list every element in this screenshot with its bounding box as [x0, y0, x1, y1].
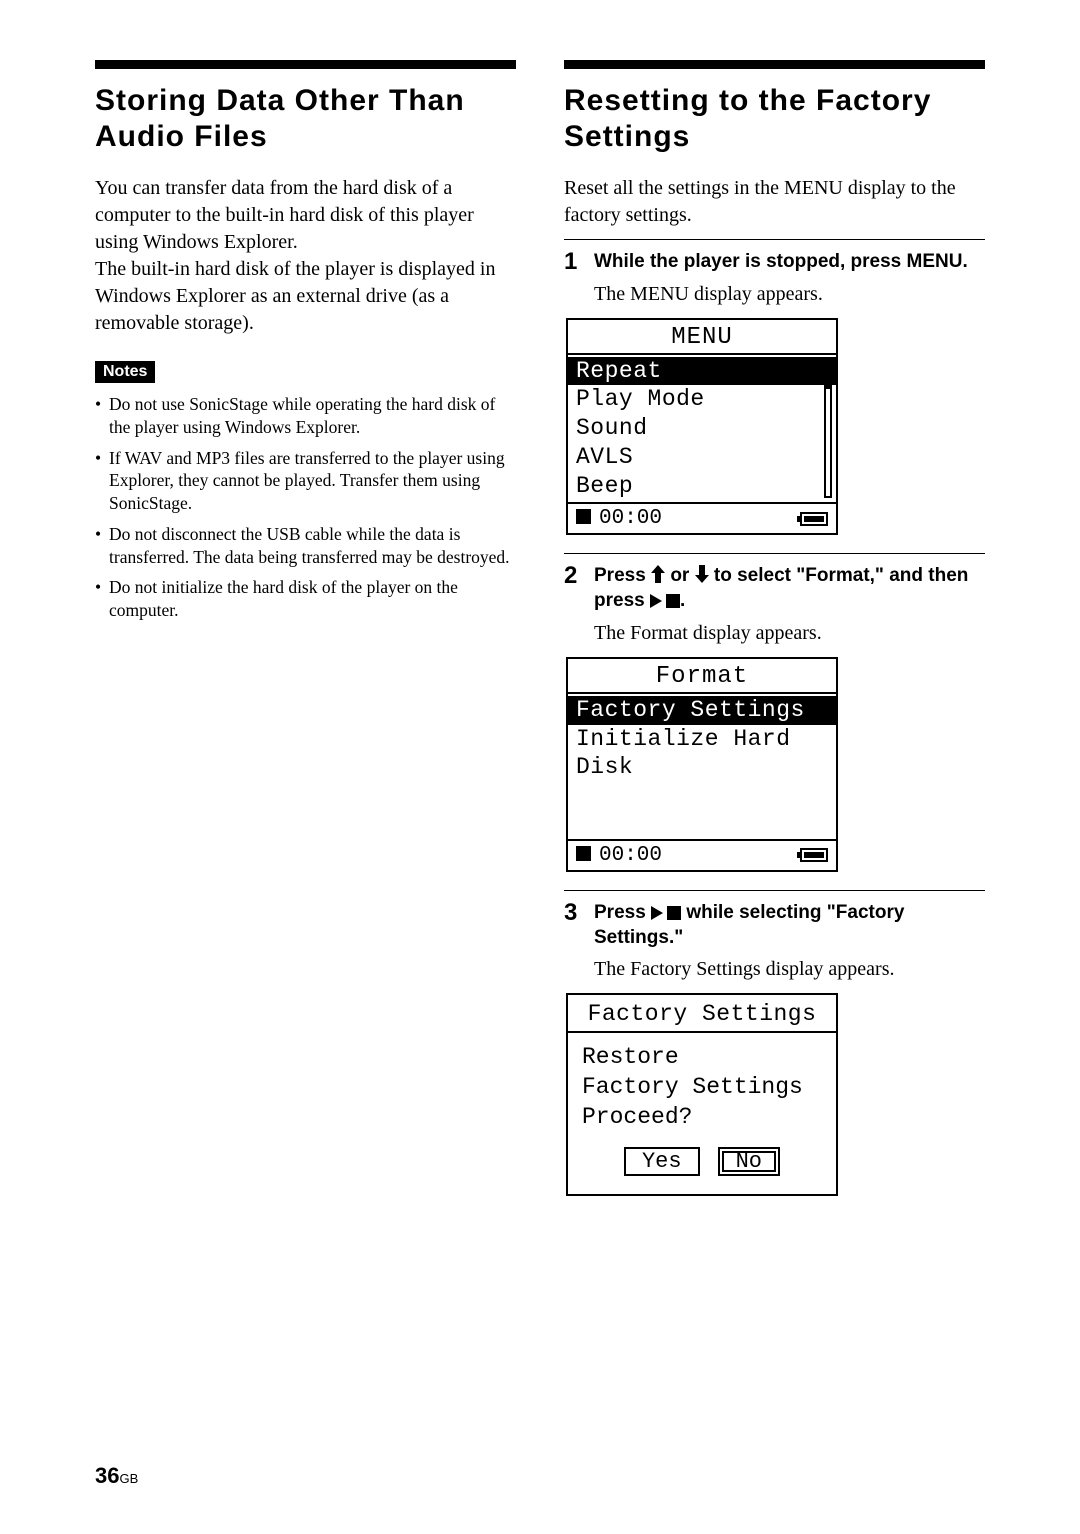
scrollbar — [824, 359, 832, 499]
page-number: 36GB — [95, 1463, 138, 1489]
play-stop-icon — [650, 594, 680, 608]
menu-item-repeat: Repeat — [568, 357, 836, 386]
section-bar — [95, 60, 516, 69]
lcd-status-bar: 00:00 — [568, 502, 836, 533]
stop-icon — [576, 846, 591, 861]
note-item: If WAV and MP3 files are transferred to … — [95, 447, 516, 515]
menu-item-playmode: Play Mode — [568, 385, 836, 414]
menu-item-initialize-hd: Initialize Hard Disk — [568, 725, 836, 783]
down-arrow-icon — [695, 565, 709, 583]
battery-icon — [800, 512, 828, 526]
yes-button: Yes — [624, 1147, 700, 1176]
step-title: Press while selecting "Factory Settings.… — [594, 901, 985, 950]
section-heading-resetting: Resetting to the Factory Settings — [564, 83, 985, 155]
section-bar — [564, 60, 985, 69]
menu-item-avls: AVLS — [568, 443, 836, 472]
format-display: Format Factory Settings Initialize Hard … — [566, 657, 838, 872]
section-heading-storing: Storing Data Other Than Audio Files — [95, 83, 516, 155]
step-desc: The Format display appears. — [594, 620, 985, 647]
right-column: Resetting to the Factory Settings Reset … — [564, 60, 985, 1196]
menu-item-sound: Sound — [568, 414, 836, 443]
step-desc: The MENU display appears. — [594, 281, 985, 308]
menu-display: MENU Repeat Play Mode Sound AVLS Beep 00… — [566, 318, 838, 536]
time-counter: 00:00 — [599, 507, 662, 530]
menu-item-factory-settings: Factory Settings — [568, 696, 836, 725]
menu-item-beep: Beep — [568, 472, 836, 501]
note-item: Do not initialize the hard disk of the p… — [95, 576, 516, 622]
no-button: No — [718, 1147, 780, 1176]
note-item: Do not use SonicStage while operating th… — [95, 393, 516, 439]
up-arrow-icon — [651, 565, 665, 583]
dialog-header: Factory Settings — [568, 995, 836, 1033]
battery-icon — [800, 848, 828, 862]
lcd-header: MENU — [568, 320, 836, 355]
time-counter: 00:00 — [599, 844, 662, 867]
left-column: Storing Data Other Than Audio Files You … — [95, 60, 516, 1196]
notes-list: Do not use SonicStage while operating th… — [95, 393, 516, 622]
step-3: 3 Press while selecting "Factory Setting… — [564, 890, 985, 1196]
reset-paragraph: Reset all the settings in the MENU displ… — [564, 175, 985, 229]
step-desc: The Factory Settings display appears. — [594, 956, 985, 983]
notes-badge: Notes — [95, 361, 155, 383]
play-stop-icon — [651, 906, 681, 920]
stop-icon — [576, 509, 591, 524]
lcd-header: Format — [568, 659, 836, 694]
step-2: 2 Press or to select "Format," and then … — [564, 553, 985, 879]
note-item: Do not disconnect the USB cable while th… — [95, 523, 516, 569]
storing-paragraph: You can transfer data from the hard disk… — [95, 175, 516, 337]
lcd-status-bar: 00:00 — [568, 839, 836, 870]
factory-settings-dialog: Factory Settings Restore Factory Setting… — [566, 993, 838, 1196]
dialog-body: Restore Factory Settings Proceed? — [568, 1033, 836, 1141]
step-1: 1 While the player is stopped, press MEN… — [564, 239, 985, 543]
step-title: While the player is stopped, press MENU. — [594, 250, 985, 275]
step-title: Press or to select "Format," and then pr… — [594, 564, 985, 613]
